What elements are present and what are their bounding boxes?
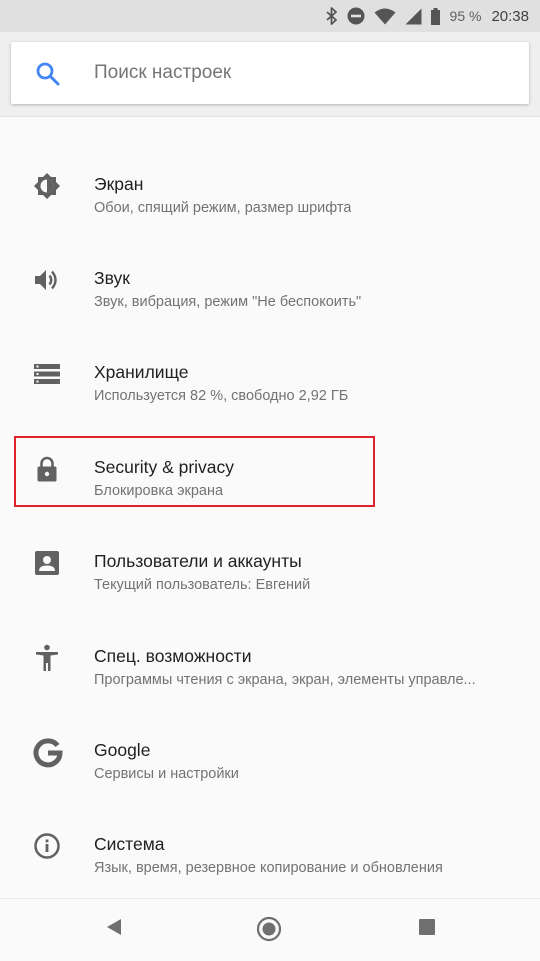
back-icon[interactable] [103,916,125,938]
item-subtitle: Звук, вибрация, режим "Не беспокоить" [94,294,362,310]
settings-item-system[interactable]: Система Язык, время, резервное копирован… [0,798,540,892]
item-title: Звук [94,268,130,288]
settings-item-sound[interactable]: Звук Звук, вибрация, режим "Не беспокоит… [0,232,540,326]
item-title: Спец. возможности [94,646,252,666]
highlight-box [14,436,375,507]
item-subtitle: Обои, спящий режим, размер шрифта [94,200,352,216]
recents-icon[interactable] [416,916,438,938]
storage-icon [33,360,61,388]
search-input[interactable]: Поиск настроек [11,42,529,104]
item-subtitle: Программы чтения с экрана, экран, элемен… [94,672,476,688]
item-title: Экран [94,174,144,194]
bluetooth-icon [325,7,338,25]
item-title: Google [94,740,151,760]
clock: 20:38 [491,7,529,25]
accessibility-icon [33,644,61,672]
battery-icon [430,7,440,25]
settings-item-display[interactable]: Экран Обои, спящий режим, размер шрифта [0,138,540,232]
google-icon [33,738,63,768]
navigation-bar [0,898,540,961]
battery-percent: 95 % [449,8,482,24]
search-placeholder: Поиск настроек [94,62,232,83]
settings-item-google[interactable]: Google Сервисы и настройки [0,704,540,798]
search-icon [35,61,61,92]
account-box-icon [33,549,61,577]
home-icon[interactable] [256,916,282,942]
volume-icon [33,266,61,294]
item-subtitle: Сервисы и настройки [94,766,239,782]
item-title: Система [94,834,165,854]
search-area: Поиск настроек [0,32,540,117]
item-title: Пользователи и аккаунты [94,551,302,571]
item-subtitle: Используется 82 %, свободно 2,92 ГБ [94,388,349,404]
info-icon [33,832,61,860]
do-not-disturb-icon [347,7,365,25]
status-bar: 95 % 20:38 [0,0,540,32]
brightness-icon [33,172,61,200]
item-title: Хранилище [94,362,189,382]
item-subtitle: Язык, время, резервное копирование и обн… [94,860,443,876]
signal-icon [405,8,422,25]
settings-item-accounts[interactable]: Пользователи и аккаунты Текущий пользова… [0,515,540,609]
settings-item-storage[interactable]: Хранилище Используется 82 %, свободно 2,… [0,326,540,420]
item-subtitle: Текущий пользователь: Евгений [94,577,311,593]
settings-item-accessibility[interactable]: Спец. возможности Программы чтения с экр… [0,610,540,704]
wifi-icon [374,8,396,25]
